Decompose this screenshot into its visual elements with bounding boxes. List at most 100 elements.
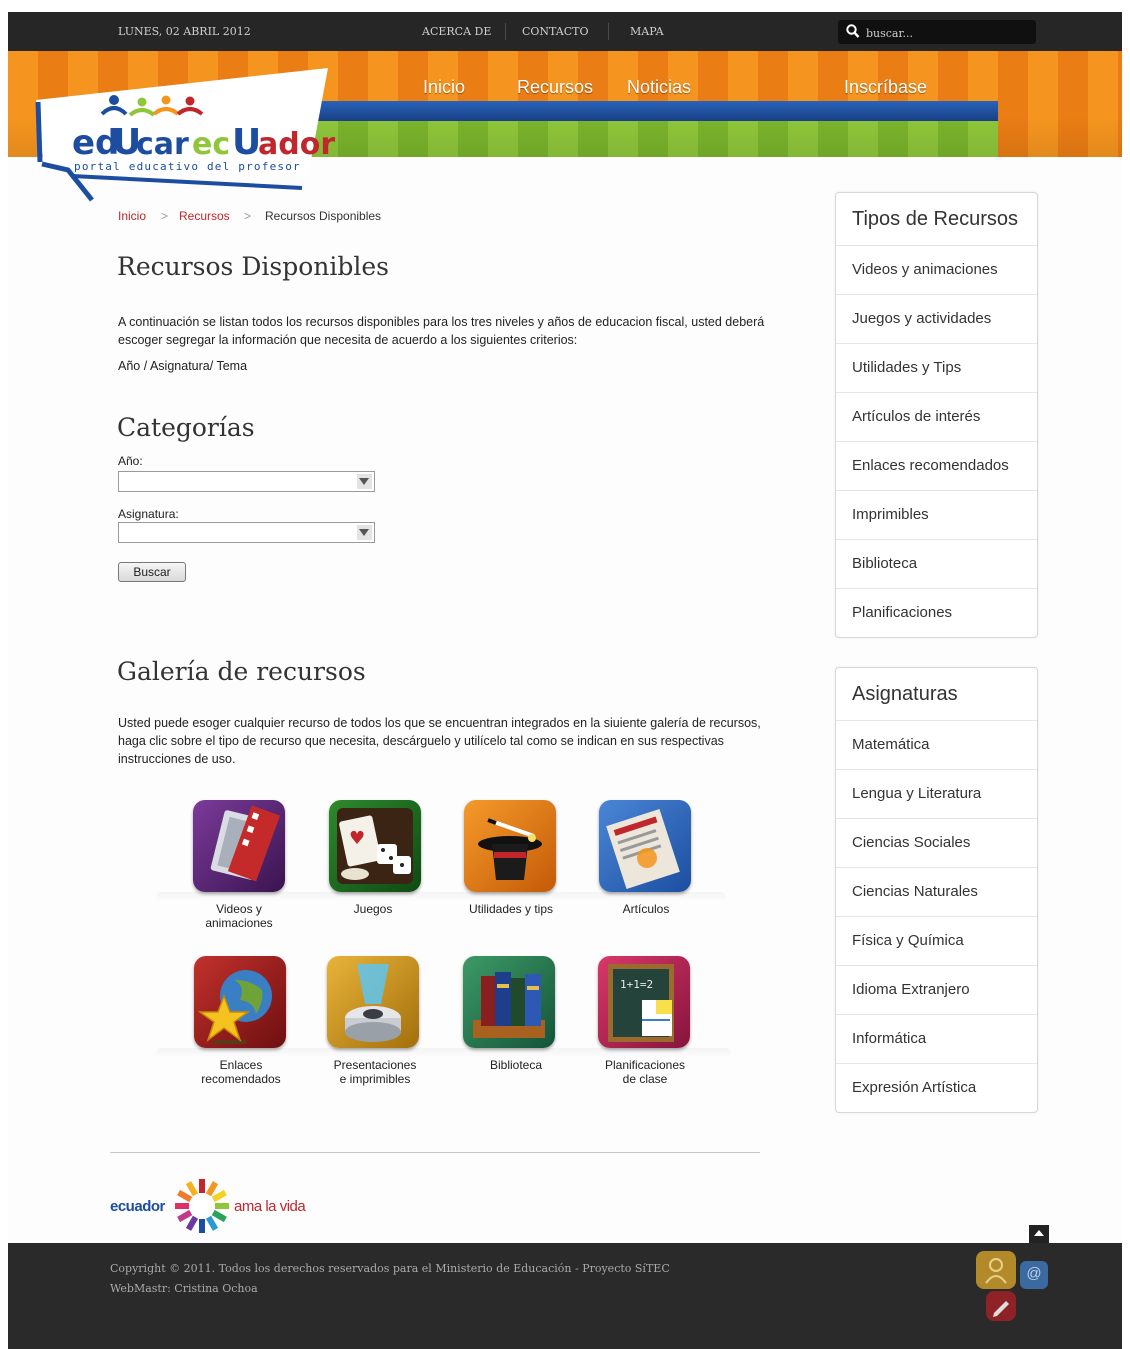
sidebar-item-videos[interactable]: Videos y animaciones xyxy=(836,246,1037,295)
gallery-label-line: recomendados xyxy=(201,1072,281,1086)
resource-types-title: Tipos de Recursos xyxy=(836,193,1037,246)
sun-logo-icon xyxy=(175,1179,229,1233)
email-icon[interactable]: @ xyxy=(1020,1261,1048,1289)
breadcrumb-inicio[interactable]: Inicio xyxy=(118,209,146,223)
resource-types-panel: Tipos de Recursos Videos y animaciones J… xyxy=(835,192,1038,638)
gallery-label-enlaces: Enlaces recomendados xyxy=(176,1058,306,1086)
sidebar-item-utilidades[interactable]: Utilidades y Tips xyxy=(836,344,1037,393)
map-link[interactable]: MAPA xyxy=(630,25,664,38)
subject-label: Asignatura: xyxy=(118,507,179,521)
breadcrumb-recursos[interactable]: Recursos xyxy=(179,209,230,223)
gallery-item-planificaciones[interactable]: 1+1=2 xyxy=(598,956,690,1048)
search-input[interactable] xyxy=(864,23,1028,43)
gallery-label-line: Enlaces xyxy=(219,1058,263,1072)
pencil-icon xyxy=(993,1301,1009,1317)
sidebar-item-matematica[interactable]: Matemática xyxy=(836,721,1037,770)
intro-text: A continuación se listan todos los recur… xyxy=(118,315,765,347)
gallery-label-line: Videos y xyxy=(216,902,262,916)
gallery-shelf xyxy=(156,892,726,902)
gallery-shelf xyxy=(156,1048,731,1058)
nav-noticias[interactable]: Noticias xyxy=(627,77,691,98)
gallery-label-videos: Videos y animaciones xyxy=(174,902,304,930)
svg-text:U: U xyxy=(232,122,261,163)
svg-text:1+1=2: 1+1=2 xyxy=(620,978,653,991)
gallery-item-biblioteca[interactable] xyxy=(463,956,555,1048)
projector-icon xyxy=(345,964,401,1042)
nav-inscribase[interactable]: Inscríbase xyxy=(844,77,927,98)
svg-text:ador: ador xyxy=(258,127,335,162)
gallery-item-utilidades[interactable] xyxy=(464,800,556,892)
about-link[interactable]: ACERCA DE xyxy=(422,25,491,38)
page-title: Recursos Disponibles xyxy=(117,252,389,281)
current-date: LUNES, 02 ABRIL 2012 xyxy=(118,25,251,38)
dropdown-arrow-icon[interactable] xyxy=(357,525,372,540)
year-select[interactable] xyxy=(118,471,375,492)
gallery-label-presentaciones: Presentaciones e imprimibles xyxy=(310,1058,440,1086)
footer-copyright: Copyright © 2011. Todos los derechos res… xyxy=(110,1259,670,1299)
sidebar-item-lengua[interactable]: Lengua y Literatura xyxy=(836,770,1037,819)
sidebar-item-articulos[interactable]: Artículos de interés xyxy=(836,393,1037,442)
breadcrumb-current: Recursos Disponibles xyxy=(265,209,382,223)
footer: Copyright © 2011. Todos los derechos res… xyxy=(8,1243,1122,1349)
search-icon[interactable] xyxy=(846,24,860,39)
gallery-label-line: e imprimibles xyxy=(339,1072,411,1086)
gallery-item-articulos[interactable] xyxy=(599,800,691,892)
sidebar-item-idioma[interactable]: Idioma Extranjero xyxy=(836,966,1037,1015)
back-to-top-button[interactable] xyxy=(1029,1225,1049,1243)
svg-text:ec: ec xyxy=(192,127,230,162)
subjects-title: Asignaturas xyxy=(836,668,1037,721)
gallery-label-utilidades: Utilidades y tips xyxy=(468,902,554,916)
site-logo[interactable]: ed U car ec U ador portal educativo del … xyxy=(32,64,338,202)
gallery-label-biblioteca: Biblioteca xyxy=(489,1058,543,1072)
contact-link[interactable]: CONTACTO xyxy=(522,25,589,38)
svg-text:car: car xyxy=(136,127,189,162)
subject-select[interactable] xyxy=(118,522,375,543)
copyright-text: Copyright © 2011. Todos los derechos res… xyxy=(110,1262,670,1275)
breadcrumb-separator: > xyxy=(244,209,252,223)
gallery-label-line: Presentaciones xyxy=(333,1058,417,1072)
newspaper-icon xyxy=(606,808,680,890)
sidebar-item-biblioteca[interactable]: Biblioteca xyxy=(836,540,1037,589)
sidebar-item-planificaciones[interactable]: Planificaciones xyxy=(836,589,1037,637)
gallery-label-articulos: Artículos xyxy=(622,902,670,916)
divider xyxy=(505,23,506,40)
subjects-panel: Asignaturas Matemática Lengua y Literatu… xyxy=(835,667,1038,1113)
criteria-text: Año / Asignatura/ Tema xyxy=(118,359,248,373)
sidebar-item-expresion[interactable]: Expresión Artística xyxy=(836,1064,1037,1112)
sidebar-item-imprimibles[interactable]: Imprimibles xyxy=(836,491,1037,540)
edit-icon[interactable] xyxy=(986,1291,1016,1321)
ecuador-brand: ecuador ama la vida xyxy=(110,1176,340,1236)
brand-right-text: ama la vida xyxy=(234,1198,306,1215)
page: LUNES, 02 ABRIL 2012 ACERCA DE CONTACTO … xyxy=(8,12,1122,1349)
gallery-item-videos[interactable] xyxy=(193,800,285,892)
gallery-item-enlaces[interactable] xyxy=(194,956,286,1048)
nav-recursos[interactable]: Recursos xyxy=(517,77,593,98)
sidebar-item-juegos[interactable]: Juegos y actividades xyxy=(836,295,1037,344)
categories-title: Categorías xyxy=(117,413,255,442)
gallery-item-presentaciones[interactable] xyxy=(327,956,419,1048)
search-button[interactable]: Buscar xyxy=(118,562,186,582)
sidebar-item-enlaces[interactable]: Enlaces recomendados xyxy=(836,442,1037,491)
sidebar-item-fisica[interactable]: Física y Química xyxy=(836,917,1037,966)
gallery-label-line: animaciones xyxy=(205,916,273,930)
globe-star-icon xyxy=(197,970,272,1044)
nav-inicio[interactable]: Inicio xyxy=(423,77,465,98)
dice-cards-icon: ♥ xyxy=(337,808,413,884)
user-icon[interactable] xyxy=(976,1251,1016,1289)
divider xyxy=(608,23,609,40)
magic-hat-icon xyxy=(478,818,542,880)
person-icon xyxy=(985,1258,1007,1284)
gallery-item-juegos[interactable]: ♥ xyxy=(329,800,421,892)
gallery-label-line: Planificaciones xyxy=(604,1058,686,1072)
gallery-title: Galería de recursos xyxy=(117,657,366,686)
sidebar-item-sociales[interactable]: Ciencias Sociales xyxy=(836,819,1037,868)
brand-left-text: ecuador xyxy=(110,1198,165,1215)
gallery-label-planificaciones: Planificaciones de clase xyxy=(580,1058,710,1086)
sidebar-item-naturales[interactable]: Ciencias Naturales xyxy=(836,868,1037,917)
chalkboard-icon: 1+1=2 xyxy=(608,964,674,1042)
top-bar: LUNES, 02 ABRIL 2012 ACERCA DE CONTACTO … xyxy=(8,12,1122,51)
gallery-description: Usted puede esoger cualquier recurso de … xyxy=(118,716,761,766)
sidebar-item-informatica[interactable]: Informática xyxy=(836,1015,1037,1064)
film-icon xyxy=(210,805,281,882)
dropdown-arrow-icon[interactable] xyxy=(357,474,372,489)
